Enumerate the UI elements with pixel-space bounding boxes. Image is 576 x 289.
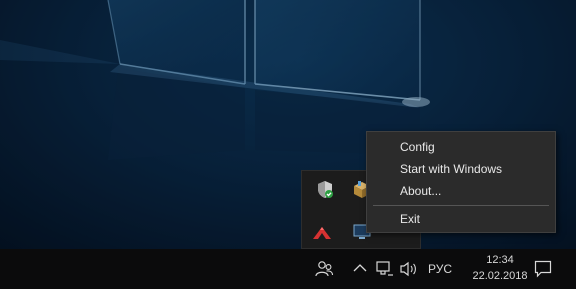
clock-time: 12:34	[486, 254, 514, 266]
clock[interactable]: 12:34 22.02.2018	[470, 252, 530, 284]
language-indicator[interactable]: РУС	[428, 262, 452, 276]
menu-item-start-with-windows[interactable]: Start with Windows	[368, 158, 554, 180]
people-icon[interactable]	[314, 260, 334, 278]
network-icon[interactable]	[376, 261, 394, 277]
menu-item-config[interactable]: Config	[368, 136, 554, 158]
volume-icon[interactable]	[399, 261, 419, 277]
menu-item-about[interactable]: About...	[368, 180, 554, 202]
menu-item-exit[interactable]: Exit	[368, 208, 554, 230]
tray-context-menu: Config Start with Windows About... Exit	[366, 131, 556, 233]
chevron-up-icon[interactable]	[353, 263, 367, 273]
red-arrow-app-icon[interactable]	[310, 219, 334, 243]
clock-date: 22.02.2018	[472, 270, 528, 282]
shield-check-icon[interactable]	[313, 178, 337, 202]
taskbar: РУС 12:34 22.02.2018	[0, 249, 576, 289]
menu-separator	[373, 205, 549, 206]
action-center-icon[interactable]	[534, 260, 552, 278]
